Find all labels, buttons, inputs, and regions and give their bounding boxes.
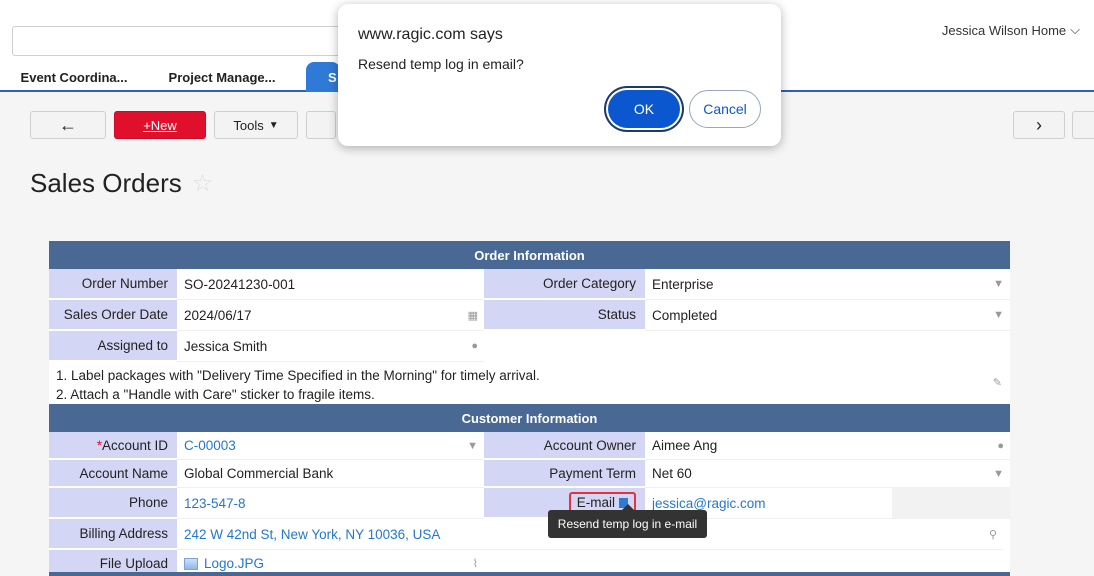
ok-button[interactable]: OK bbox=[608, 90, 680, 128]
phone-label: Phone bbox=[49, 488, 177, 519]
sales-order-date-value: 2024/06/17 bbox=[184, 307, 252, 323]
user-icon[interactable]: ● bbox=[471, 340, 478, 352]
row-billing-address: Billing Address 242 W 42nd St, New York,… bbox=[49, 519, 1010, 550]
dialog-message: Resend temp log in email? bbox=[358, 56, 524, 72]
assigned-to-field[interactable]: Jessica Smith ● bbox=[177, 331, 484, 362]
row-account-id: * Account ID C-00003 ▼ Account Owner Aimee… bbox=[49, 432, 1010, 460]
billing-address-label: Billing Address bbox=[49, 519, 177, 550]
caret-down-icon: ▼ bbox=[268, 119, 279, 131]
tab-event-coordination[interactable]: Event Coordina... bbox=[0, 62, 148, 92]
account-id-field[interactable]: C-00003 ▼ bbox=[177, 432, 484, 460]
order-number-field[interactable]: SO-20241230-001 bbox=[177, 269, 484, 300]
next-record-button[interactable]: › bbox=[1013, 111, 1065, 139]
account-name-value: Global Commercial Bank bbox=[184, 466, 334, 481]
section-order-information: Order Information bbox=[49, 241, 1010, 269]
back-button[interactable]: ← bbox=[30, 111, 106, 139]
calendar-icon[interactable]: ▦ bbox=[468, 309, 478, 322]
star-icon[interactable]: ☆ bbox=[192, 169, 214, 198]
row-phone: Phone 123-547-8 E-mail jessica@ragic.com bbox=[49, 488, 1010, 519]
account-name-field[interactable]: Global Commercial Bank bbox=[177, 460, 484, 488]
resend-email-tooltip: Resend temp log in e-mail bbox=[548, 504, 707, 538]
row-order-number: Order Number SO-20241230-001 Order Categ… bbox=[49, 269, 1010, 300]
pencil-icon[interactable]: ✎ bbox=[993, 374, 1002, 393]
page-title: Sales Orders ☆ bbox=[30, 168, 213, 199]
chevron-down-icon: ⌵ bbox=[1070, 22, 1080, 37]
tab-bar: Event Coordina... Project Manage... S bbox=[0, 62, 340, 92]
email-link[interactable]: jessica@ragic.com bbox=[652, 496, 765, 511]
image-file-icon bbox=[184, 557, 198, 570]
account-id-label: * Account ID bbox=[49, 432, 177, 460]
user-icon[interactable]: ● bbox=[997, 440, 1004, 452]
notes-line-1: 1. Label packages with "Delivery Time Sp… bbox=[56, 368, 540, 383]
order-category-value: Enterprise bbox=[652, 276, 714, 292]
confirm-dialog: www.ragic.com says Resend temp log in em… bbox=[338, 4, 781, 146]
account-id-label-text: Account ID bbox=[101, 437, 168, 453]
order-number-value: SO-20241230-001 bbox=[184, 276, 296, 292]
file-upload-link[interactable]: Logo.JPG bbox=[204, 556, 264, 571]
account-id-link[interactable]: C-00003 bbox=[184, 438, 236, 453]
status-value: Completed bbox=[652, 307, 718, 323]
tools-button[interactable]: Tools ▼ bbox=[214, 111, 298, 139]
notes-line-2: 2. Attach a "Handle with Care" sticker t… bbox=[56, 387, 375, 402]
account-name-label: Account Name bbox=[49, 460, 177, 488]
dropdown-caret-icon[interactable]: ▼ bbox=[993, 309, 1004, 321]
sales-order-date-label: Sales Order Date bbox=[49, 300, 177, 331]
map-pin-icon[interactable]: ⚲ bbox=[989, 528, 997, 541]
toolbar-overflow-button[interactable] bbox=[1072, 111, 1094, 139]
payment-term-label: Payment Term bbox=[484, 460, 645, 488]
payment-term-value: Net 60 bbox=[652, 466, 692, 481]
section-customer-information: Customer Information bbox=[49, 404, 1010, 432]
dropdown-caret-icon[interactable]: ▼ bbox=[993, 278, 1004, 290]
email-label-text: E-mail bbox=[576, 495, 615, 510]
assigned-to-label: Assigned to bbox=[49, 331, 177, 362]
status-label: Status bbox=[484, 300, 645, 331]
toolbar: ← +New Tools ▼ bbox=[30, 111, 336, 139]
account-owner-field[interactable]: Aimee Ang ● bbox=[645, 432, 1010, 460]
assigned-to-value: Jessica Smith bbox=[184, 338, 268, 354]
dialog-title: www.ragic.com says bbox=[358, 26, 503, 43]
user-menu-label: Jessica Wilson Home bbox=[941, 22, 1067, 38]
toolbar-extra-button[interactable] bbox=[306, 111, 336, 139]
tab-project-management[interactable]: Project Manage... bbox=[148, 62, 296, 92]
dropdown-caret-icon[interactable]: ▼ bbox=[993, 468, 1004, 480]
next-section-header bbox=[49, 572, 1010, 576]
paperclip-icon[interactable]: ⌇ bbox=[473, 557, 478, 570]
row-assigned-to: Assigned to Jessica Smith ● bbox=[49, 331, 1010, 362]
sales-order-form: Order Information Order Number SO-202412… bbox=[49, 241, 1010, 576]
order-category-field[interactable]: Enterprise ▼ bbox=[645, 269, 1010, 300]
notes-field[interactable]: 1. Label packages with "Delivery Time Sp… bbox=[49, 362, 1010, 404]
cancel-button[interactable]: Cancel bbox=[689, 90, 761, 128]
search-input[interactable] bbox=[12, 26, 342, 56]
row-account-name: Account Name Global Commercial Bank Paym… bbox=[49, 460, 1010, 488]
row-sales-order-date: Sales Order Date 2024/06/17 ▦ Status Comp… bbox=[49, 300, 1010, 331]
dropdown-caret-icon[interactable]: ▼ bbox=[467, 440, 478, 452]
user-menu[interactable]: Jessica Wilson Home ⌵ bbox=[942, 22, 1080, 38]
email-side-box bbox=[892, 488, 1010, 519]
tab-sales[interactable]: S bbox=[306, 62, 340, 92]
tools-label: Tools bbox=[233, 117, 264, 133]
payment-term-field[interactable]: Net 60 ▼ bbox=[645, 460, 1010, 488]
status-field[interactable]: Completed ▼ bbox=[645, 300, 1010, 331]
sales-order-date-field[interactable]: 2024/06/17 ▦ bbox=[177, 300, 484, 331]
order-number-label: Order Number bbox=[49, 269, 177, 300]
order-category-label: Order Category bbox=[484, 269, 645, 300]
new-button[interactable]: +New bbox=[114, 111, 206, 139]
phone-link[interactable]: 123-547-8 bbox=[184, 496, 246, 511]
account-owner-label: Account Owner bbox=[484, 432, 645, 460]
page-title-text: Sales Orders bbox=[30, 168, 182, 198]
account-owner-value: Aimee Ang bbox=[652, 438, 718, 453]
phone-field[interactable]: 123-547-8 bbox=[177, 488, 484, 519]
billing-address-link[interactable]: 242 W 42nd St, New York, NY 10036, USA bbox=[184, 527, 440, 542]
